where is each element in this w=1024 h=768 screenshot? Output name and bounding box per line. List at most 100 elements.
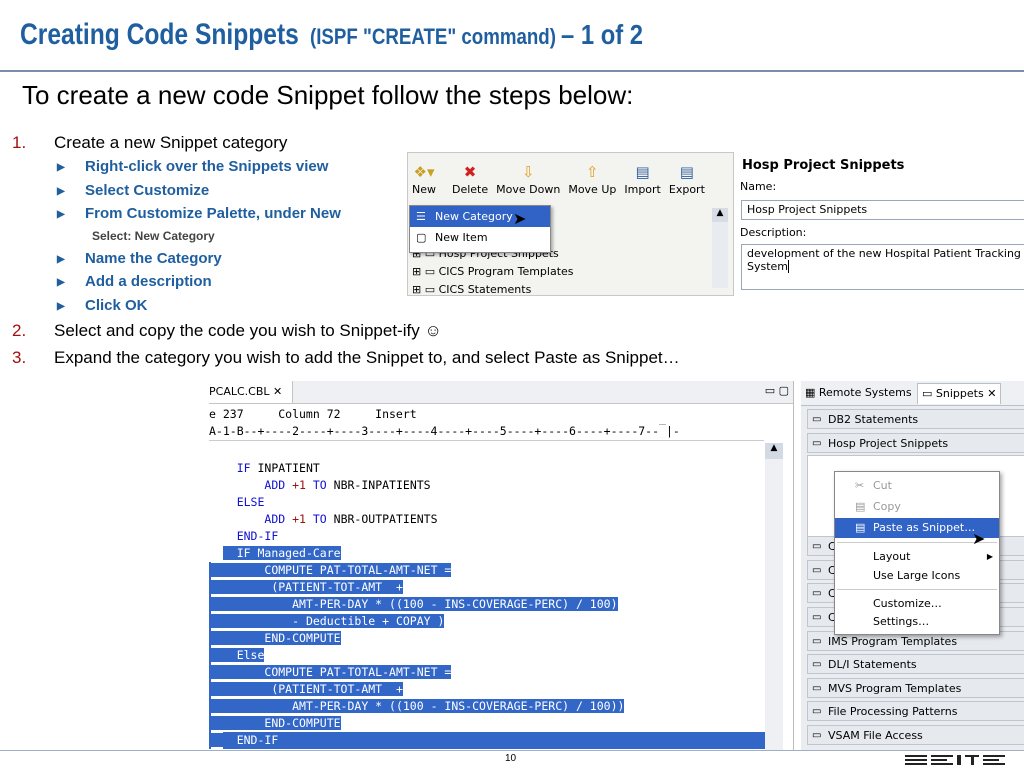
expand-icon[interactable]: ⊞ <box>412 283 425 295</box>
close-icon[interactable]: ✕ <box>987 387 996 400</box>
code-line[interactable]: AMT-PER-DAY * ((100 - INS-COVERAGE-PERC)… <box>209 698 765 715</box>
step-number: 3. <box>12 348 27 367</box>
folder-icon: ▭ <box>424 265 439 278</box>
drawer-icon: ▭ <box>812 659 822 670</box>
title-suffix: – 1 of 2 <box>561 19 644 50</box>
menu-item-settings[interactable]: Settings… <box>835 612 999 632</box>
import-icon: ▤ <box>635 163 650 181</box>
code-line[interactable]: IF INPATIENT <box>209 460 765 477</box>
arrow-bullet-icon: ▶ <box>57 161 65 173</box>
slide-title: Creating Code Snippets (ISPF "CREATE" com… <box>20 18 658 52</box>
arrow-bullet-icon: ▶ <box>57 253 65 265</box>
code-line[interactable]: COMPUTE PAT-TOTAL-AMT-NET = <box>209 664 765 681</box>
arrow-down-icon: ⇩ <box>521 163 535 181</box>
company-logo <box>905 755 1005 765</box>
editor-tab[interactable]: PCALC.CBL ✕ <box>209 381 294 403</box>
scroll-up-icon[interactable]: ▲ <box>765 443 783 459</box>
code-area[interactable]: IF INPATIENT ADD +1 TO NBR-INPATIENTS EL… <box>209 460 765 749</box>
drawer-icon: ▭ <box>812 683 822 694</box>
editor-tab-bar: PCALC.CBL ✕ ▭ ▢ <box>209 381 793 404</box>
code-line[interactable]: ADD +1 TO NBR-INPATIENTS <box>209 477 765 494</box>
tree-item[interactable]: ⊞ ▭ CICS Program Templates <box>412 263 574 281</box>
code-line[interactable]: AMT-PER-DAY * ((100 - INS-COVERAGE-PERC)… <box>209 596 765 613</box>
menu-item-layout[interactable]: Layout ▶ <box>835 547 999 567</box>
move-down-button[interactable]: ⇩ Move Down <box>492 153 564 201</box>
drawer-icon: ▭ <box>812 588 822 599</box>
menu-separator <box>837 589 997 590</box>
drawer-icon: ▭ <box>812 730 822 741</box>
close-icon[interactable]: ✕ <box>273 385 282 398</box>
editor-ruler: A-1-B--+----2----+----3----+----4----+--… <box>209 424 680 438</box>
cobol-editor: PCALC.CBL ✕ ▭ ▢ e 237 Column 72 Insert A… <box>209 381 794 751</box>
delete-icon: ✖ <box>463 163 477 181</box>
code-line[interactable]: END-IF <box>209 732 765 749</box>
scroll-up-icon[interactable]: ▲ <box>712 208 728 222</box>
drawer-icon: ▭ <box>812 438 822 449</box>
drawer-icon: ▭ <box>812 636 822 647</box>
move-up-button[interactable]: ⇧ Move Up <box>564 153 620 201</box>
slide-subtitle: To create a new code Snippet follow the … <box>22 80 634 110</box>
code-line[interactable]: COMPUTE PAT-TOTAL-AMT-NET = <box>209 562 765 579</box>
palette-toolbar: ❖▾ New ✖ Delete ⇩ Move Down ⇧ Move Up ▤ Impor… <box>408 153 733 201</box>
new-icon: ❖▾ <box>413 163 435 181</box>
page-number: 10 <box>505 753 517 764</box>
code-line[interactable]: ADD +1 TO NBR-OUTPATIENTS <box>209 511 765 528</box>
tree-scrollbar[interactable]: ▲ <box>712 208 728 288</box>
folder-icon: ▭ <box>424 283 439 296</box>
description-field[interactable]: development of the new Hospital Patient … <box>741 244 1024 290</box>
code-line[interactable]: (PATIENT-TOT-AMT + <box>209 681 765 698</box>
drawer-icon: ▭ <box>812 414 822 425</box>
code-line[interactable]: - Deductible + COPAY ) <box>209 613 765 630</box>
minimize-maximize-icon[interactable]: ▭ ▢ <box>765 384 789 397</box>
copy-icon: ▤ <box>855 500 866 513</box>
title-paren: (ISPF "CREATE" command) <box>310 24 557 49</box>
name-label: Name: <box>740 180 777 193</box>
item-icon: ▢ <box>416 231 427 244</box>
editor-scrollbar[interactable]: ▲ <box>765 443 783 751</box>
menu-item-new-item[interactable]: ▢ New Item <box>410 227 550 248</box>
drawer-icon: ▭ <box>812 612 822 623</box>
sub-note: Select: New Category <box>92 229 215 243</box>
drawer-dli-statements[interactable]: ▭ DL/I Statements <box>807 654 1024 674</box>
drawer-icon: ▭ <box>812 541 822 552</box>
code-line[interactable]: IF Managed-Care <box>209 545 765 562</box>
new-button[interactable]: ❖▾ New <box>408 153 440 201</box>
code-line[interactable]: END-COMPUTE <box>209 715 765 732</box>
drawer-mvs-program-templates[interactable]: ▭ MVS Program Templates <box>807 678 1024 698</box>
mouse-cursor-icon: ➤ <box>972 531 986 548</box>
category-properties-panel: Hosp Project Snippets Name: Hosp Project… <box>737 152 1024 294</box>
step-text: Select and copy the code you wish to Sni… <box>54 321 442 340</box>
tab-remote-systems[interactable]: ▦ Remote Systems <box>805 383 912 403</box>
code-line[interactable]: (PATIENT-TOT-AMT + <box>209 579 765 596</box>
drawer-vsam-file-access[interactable]: ▭ VSAM File Access <box>807 725 1024 745</box>
tab-snippets[interactable]: ▭ Snippets ✕ <box>917 383 1002 404</box>
expand-icon[interactable]: ⊞ <box>412 265 425 278</box>
code-line[interactable]: ELSE <box>209 494 765 511</box>
title-divider <box>0 70 1024 72</box>
paste-icon: ▤ <box>855 521 866 534</box>
arrow-bullet-icon: ▶ <box>57 208 65 220</box>
bullet-item: ▶ From Customize Palette, under New <box>57 205 341 222</box>
menu-item-cut[interactable]: ✂ Cut <box>835 476 999 496</box>
import-button[interactable]: ▤ Import <box>620 153 665 201</box>
bullet-item: ▶ Add a description <box>57 273 212 290</box>
tree-item[interactable]: ⊞ ▭ CICS Statements <box>412 281 574 296</box>
code-line[interactable]: END-IF <box>209 528 765 545</box>
arrow-bullet-icon: ▶ <box>57 185 65 197</box>
drawer-db2-statements[interactable]: ▭ DB2 Statements <box>807 409 1024 429</box>
title-main: Creating Code Snippets <box>20 18 299 51</box>
menu-item-copy[interactable]: ▤ Copy <box>835 497 999 517</box>
menu-item-new-category[interactable]: ☰ New Category <box>410 206 550 227</box>
editor-status-line: e 237 Column 72 Insert <box>209 407 417 421</box>
name-field[interactable]: Hosp Project Snippets <box>741 200 1024 220</box>
export-button[interactable]: ▤ Export <box>665 153 709 201</box>
delete-button[interactable]: ✖ Delete <box>448 153 492 201</box>
drawer-file-processing-patterns[interactable]: ▭ File Processing Patterns <box>807 701 1024 721</box>
drawer-hosp-project-snippets[interactable]: ▭ Hosp Project Snippets <box>807 433 1024 453</box>
menu-item-customize[interactable]: Customize… <box>835 594 999 614</box>
snippets-context-menu: ✂ Cut ▤ Copy ▤ Paste as Snippet… Layout ▶ Us… <box>834 471 1000 635</box>
menu-item-use-large-icons[interactable]: Use Large Icons <box>835 566 999 586</box>
code-line[interactable]: Else <box>209 647 765 664</box>
code-line[interactable]: END-COMPUTE <box>209 630 765 647</box>
bullet-item: ▶ Select Customize <box>57 182 210 199</box>
